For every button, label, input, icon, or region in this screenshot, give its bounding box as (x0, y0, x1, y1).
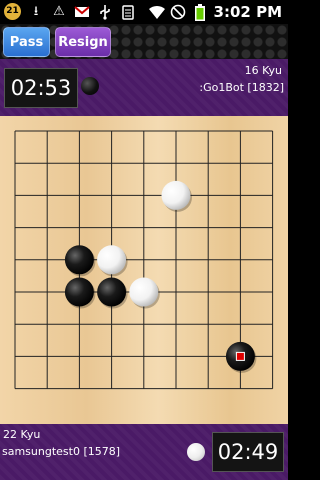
white-stone (97, 245, 127, 275)
status-bar: 21 ⭳ ⚠ 3:02 PM (0, 0, 288, 24)
wifi-icon (148, 4, 165, 20)
battery-icon (192, 4, 208, 21)
clock-time: 3:02 PM (213, 3, 282, 21)
warning-icon: ⚠ (53, 3, 65, 19)
opponent-rank: 16 Kyu (244, 64, 282, 77)
pass-button[interactable]: Pass (3, 27, 50, 57)
black-stone (64, 245, 94, 275)
resign-button[interactable]: Resign (55, 27, 111, 57)
player-panel: 22 Kyu samsungtest0 [1578] 02:49 (0, 424, 288, 480)
white-stone (129, 277, 159, 307)
go-board[interactable] (0, 116, 288, 424)
action-bar: Pass Resign (0, 24, 288, 59)
no-sync-icon (170, 4, 186, 20)
black-stone (64, 277, 94, 307)
download-icon: ⭳ (33, 3, 39, 19)
player-stone-icon (187, 443, 205, 461)
opponent-panel: 02:53 16 Kyu :Go1Bot [1832] (0, 59, 288, 116)
black-stone (97, 277, 127, 307)
board-grid[interactable] (0, 116, 288, 424)
gmail-icon (74, 4, 90, 20)
usb-icon (97, 4, 113, 20)
clipboard-icon (120, 4, 136, 20)
player-rank: 22 Kyu (3, 428, 41, 441)
player-name: samsungtest0 [1578] (2, 445, 121, 458)
opponent-name: :Go1Bot [1832] (199, 81, 284, 94)
white-stone (161, 180, 191, 210)
opponent-clock: 02:53 (4, 68, 78, 108)
last-move-marker (235, 351, 245, 361)
notification-badge: 21 (4, 3, 21, 20)
opponent-stone-icon (81, 77, 99, 95)
player-clock: 02:49 (212, 432, 284, 472)
